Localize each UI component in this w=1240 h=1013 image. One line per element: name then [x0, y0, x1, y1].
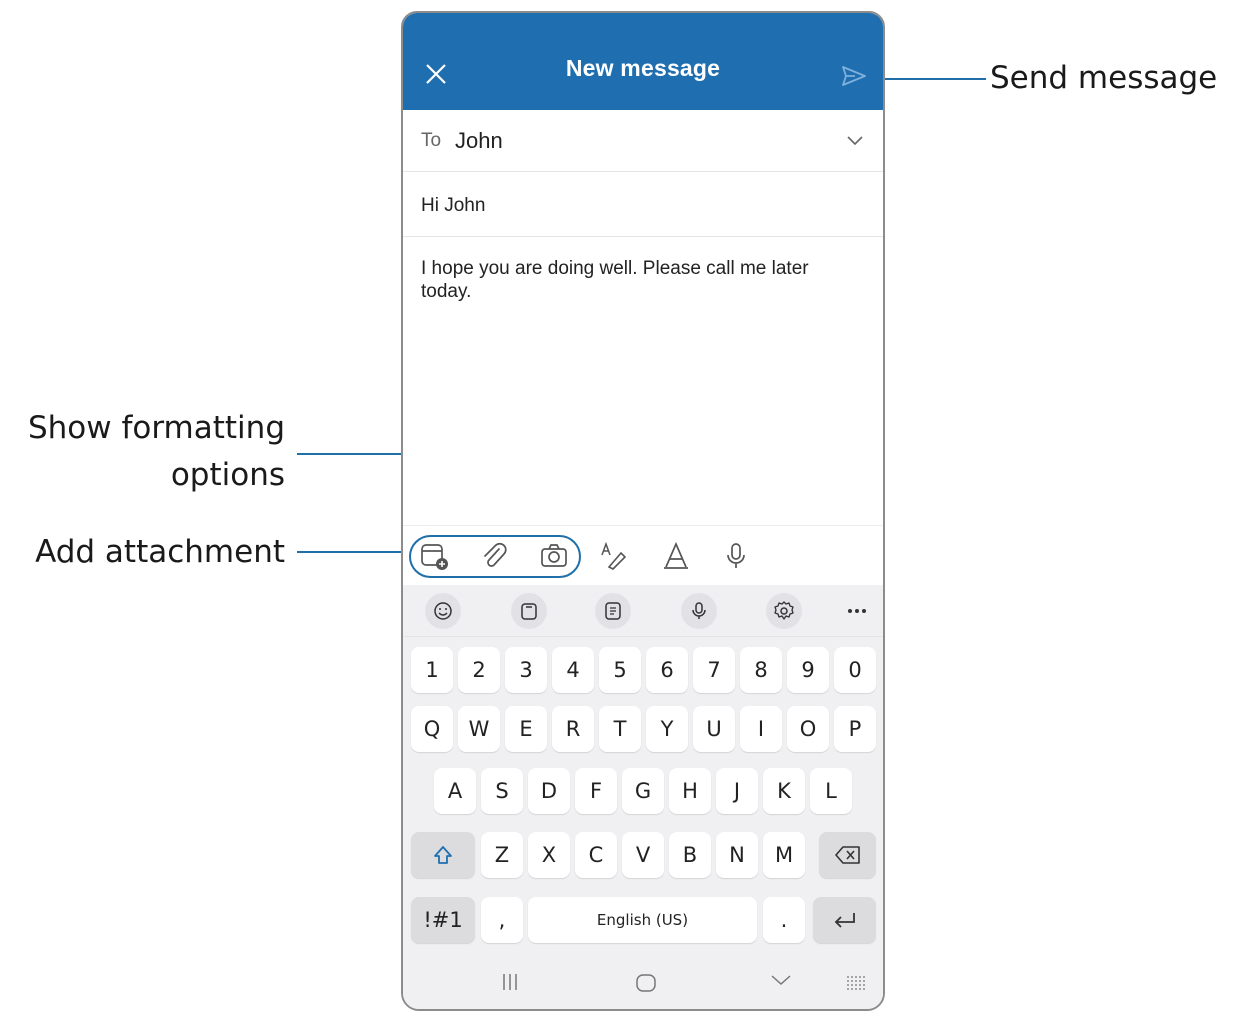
key-k[interactable]: K — [763, 768, 805, 814]
settings-icon[interactable] — [766, 593, 802, 629]
key-e[interactable]: E — [505, 706, 547, 752]
recipient-name[interactable]: John — [455, 128, 503, 154]
key-a[interactable]: A — [434, 768, 476, 814]
keyboard: 1 2 3 4 5 6 7 8 9 0 Q W E R T Y U I O P … — [403, 585, 883, 1009]
enter-icon — [834, 913, 855, 928]
key-b[interactable]: B — [669, 832, 711, 878]
key-2[interactable]: 2 — [458, 647, 500, 693]
key-4[interactable]: 4 — [552, 647, 594, 693]
add-file-icon[interactable] — [419, 541, 449, 571]
more-icon[interactable] — [839, 593, 875, 629]
key-s[interactable]: S — [481, 768, 523, 814]
navigation-bar — [403, 955, 883, 1009]
key-t[interactable]: T — [599, 706, 641, 752]
emoji-icon[interactable] — [425, 593, 461, 629]
key-c[interactable]: C — [575, 832, 617, 878]
clipboard-icon[interactable] — [511, 593, 547, 629]
key-n[interactable]: N — [716, 832, 758, 878]
key-6[interactable]: 6 — [646, 647, 688, 693]
key-5[interactable]: 5 — [599, 647, 641, 693]
enter-key[interactable] — [813, 897, 876, 943]
key-8[interactable]: 8 — [740, 647, 782, 693]
space-key[interactable]: English (US) — [528, 897, 757, 943]
symbols-key[interactable]: !#1 — [411, 897, 475, 943]
key-d[interactable]: D — [528, 768, 570, 814]
subject-field[interactable]: Hi John — [403, 172, 883, 237]
chevron-down-icon[interactable] — [847, 136, 863, 146]
keyboard-switch-icon[interactable] — [845, 973, 869, 991]
key-0[interactable]: 0 — [834, 647, 876, 693]
key-x[interactable]: X — [528, 832, 570, 878]
draw-icon[interactable] — [661, 541, 691, 571]
to-label: To — [421, 130, 442, 151]
callout-line-attachment — [297, 551, 409, 553]
key-m[interactable]: M — [763, 832, 805, 878]
subject-text: Hi John — [421, 195, 486, 216]
callout-formatting-line2: options — [170, 457, 285, 493]
callout-formatting-line1: Show formatting — [27, 410, 285, 446]
hide-keyboard-icon[interactable] — [770, 973, 792, 987]
compose-header: New message — [403, 13, 883, 110]
key-u[interactable]: U — [693, 706, 735, 752]
message-body[interactable]: I hope you are doing well. Please call m… — [421, 257, 861, 303]
microphone-icon[interactable] — [721, 541, 751, 571]
key-j[interactable]: J — [716, 768, 758, 814]
format-text-icon[interactable] — [599, 541, 629, 571]
paperclip-icon[interactable] — [479, 541, 509, 571]
key-g[interactable]: G — [622, 768, 664, 814]
keyboard-mode-icon[interactable] — [595, 593, 631, 629]
camera-icon[interactable] — [539, 541, 569, 571]
key-3[interactable]: 3 — [505, 647, 547, 693]
key-p[interactable]: P — [834, 706, 876, 752]
backspace-key[interactable] — [819, 832, 876, 878]
key-h[interactable]: H — [669, 768, 711, 814]
key-1[interactable]: 1 — [411, 647, 453, 693]
compose-toolbar — [403, 525, 883, 585]
period-key[interactable]: . — [763, 897, 805, 943]
key-i[interactable]: I — [740, 706, 782, 752]
key-9[interactable]: 9 — [787, 647, 829, 693]
keyboard-toolbar — [403, 585, 883, 637]
comma-key[interactable]: , — [481, 897, 523, 943]
to-field[interactable]: To John — [403, 110, 883, 172]
backspace-icon — [834, 846, 860, 864]
key-f[interactable]: F — [575, 768, 617, 814]
home-icon[interactable] — [635, 973, 657, 993]
voice-input-icon[interactable] — [681, 593, 717, 629]
key-q[interactable]: Q — [411, 706, 453, 752]
key-z[interactable]: Z — [481, 832, 523, 878]
shift-icon — [434, 846, 452, 864]
callout-add-attachment: Add attachment — [35, 534, 285, 570]
shift-key[interactable] — [411, 832, 475, 878]
key-l[interactable]: L — [810, 768, 852, 814]
send-icon[interactable] — [841, 65, 867, 87]
key-r[interactable]: R — [552, 706, 594, 752]
key-7[interactable]: 7 — [693, 647, 735, 693]
recent-apps-icon[interactable] — [500, 973, 520, 991]
key-w[interactable]: W — [458, 706, 500, 752]
phone-screen: New message To John Hi John I hope you a… — [401, 11, 885, 1011]
key-o[interactable]: O — [787, 706, 829, 752]
key-v[interactable]: V — [622, 832, 664, 878]
callout-line-send — [870, 78, 986, 80]
callout-send-message: Send message — [990, 60, 1218, 96]
header-title: New message — [565, 55, 721, 81]
key-y[interactable]: Y — [646, 706, 688, 752]
